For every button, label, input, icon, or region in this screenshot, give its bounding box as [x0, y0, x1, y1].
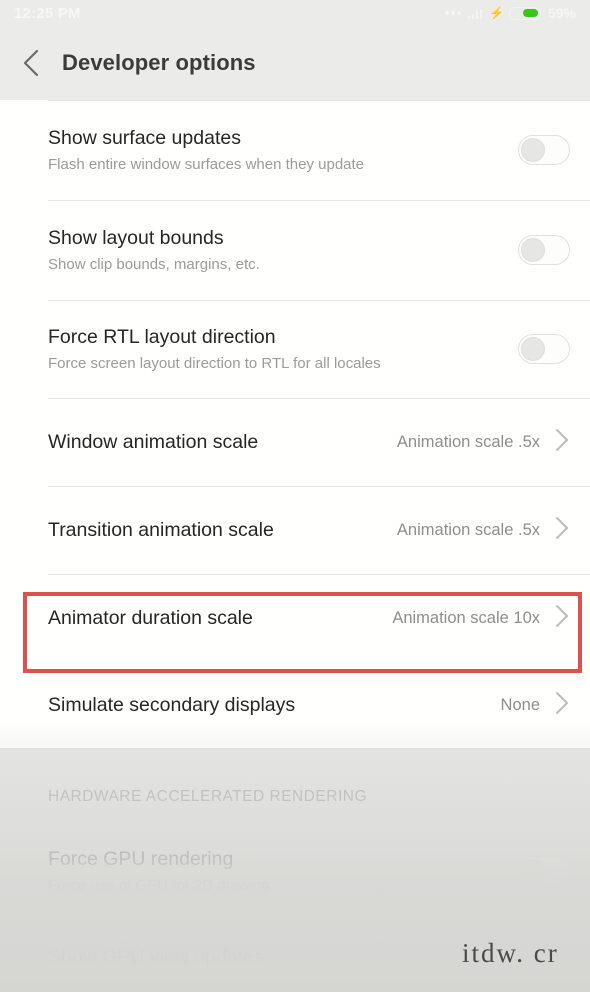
row-text: Animator duration scale [48, 606, 392, 630]
row-value: Animation scale .5x [396, 432, 540, 451]
page-title: Developer options [62, 50, 256, 75]
toggle-show-gpu-view-updates[interactable] [518, 954, 570, 984]
row-title: Animator duration scale [48, 606, 253, 629]
row-title: Transition animation scale [48, 518, 274, 541]
chevron-right-icon [554, 515, 570, 546]
row-text: Force GPU rendering Force use of GPU for… [48, 847, 518, 896]
row-title: Force GPU rendering [48, 847, 234, 870]
row-title: Force RTL layout direction [48, 325, 276, 348]
signal-bars-icon [467, 8, 483, 19]
list-item-show-layout-bounds[interactable]: Show layout bounds Show clip bounds, mar… [0, 200, 590, 300]
section-header-label: HARDWARE ACCELERATED RENDERING [48, 788, 368, 805]
list-item-transition-animation-scale[interactable]: Transition animation scale Animation sca… [0, 486, 590, 574]
list-item-window-animation-scale[interactable]: Window animation scale Animation scale .… [0, 398, 590, 486]
row-title: Show layout bounds [48, 226, 224, 249]
chevron-right-icon [554, 690, 570, 721]
row-value: None [500, 695, 540, 714]
status-bar: 12:25 PM ⚡ 59% [0, 0, 590, 26]
list-item-force-rtl-layout-direction[interactable]: Force RTL layout direction Force screen … [0, 300, 590, 398]
back-button[interactable] [0, 26, 62, 100]
row-text: Transition animation scale [48, 518, 397, 542]
list-item-show-surface-updates[interactable]: Show surface updates Flash entire window… [0, 100, 590, 200]
row-subtitle: Flash entire window surfaces when they u… [48, 155, 365, 173]
chevron-left-icon [20, 48, 42, 78]
section-divider [0, 748, 590, 752]
status-bar-icons: ⚡ 59% [445, 6, 576, 20]
app-bar: Developer options [0, 26, 590, 100]
list-item-simulate-secondary-displays[interactable]: Simulate secondary displays None [0, 662, 590, 748]
row-value: Animation scale 10x [392, 608, 540, 627]
toggle-show-layout-bounds[interactable] [518, 235, 570, 265]
row-title: Show surface updates [48, 126, 241, 149]
toggle-force-gpu-rendering[interactable] [518, 856, 570, 886]
row-text: Show GPU view updates Flash views inside… [48, 945, 518, 992]
list-item-animator-duration-scale[interactable]: Animator duration scale Animation scale … [0, 574, 590, 662]
toggle-show-surface-updates[interactable] [518, 135, 570, 165]
row-title: Show GPU view updates [48, 945, 264, 968]
row-text: Show layout bounds Show clip bounds, mar… [48, 226, 518, 275]
settings-list[interactable]: Show surface updates Flash entire window… [0, 100, 590, 992]
row-text: Window animation scale [48, 430, 397, 454]
more-dots-icon [445, 11, 461, 15]
row-subtitle: Force screen layout direction to RTL for… [48, 354, 381, 372]
toggle-force-rtl-layout-direction[interactable] [518, 334, 570, 364]
chevron-right-icon [554, 427, 570, 458]
row-text: Force RTL layout direction Force screen … [48, 325, 518, 374]
row-value: Animation scale .5x [396, 520, 540, 539]
list-item-force-gpu-rendering[interactable]: Force GPU rendering Force use of GPU for… [0, 822, 590, 920]
row-text: Simulate secondary displays [48, 693, 501, 717]
row-title: Simulate secondary displays [48, 693, 296, 716]
battery-icon [508, 6, 541, 20]
status-bar-clock: 12:25 PM [14, 4, 81, 22]
row-subtitle: Force use of GPU for 2D drawing [48, 876, 270, 894]
row-title: Window animation scale [48, 430, 259, 453]
charging-bolt-icon: ⚡ [489, 6, 504, 20]
list-item-show-gpu-view-updates[interactable]: Show GPU view updates Flash views inside… [0, 920, 590, 992]
battery-percent-label: 59% [547, 5, 576, 21]
developer-options-screen: 12:25 PM ⚡ 59% Developer options Show su… [0, 0, 590, 992]
chevron-right-icon [554, 603, 570, 634]
row-subtitle: Flash views inside windows when drawn wi… [48, 974, 409, 992]
row-text: Show surface updates Flash entire window… [48, 126, 518, 175]
section-header-hardware-accelerated-rendering: HARDWARE ACCELERATED RENDERING [0, 748, 590, 822]
row-subtitle: Show clip bounds, margins, etc. [48, 255, 260, 273]
